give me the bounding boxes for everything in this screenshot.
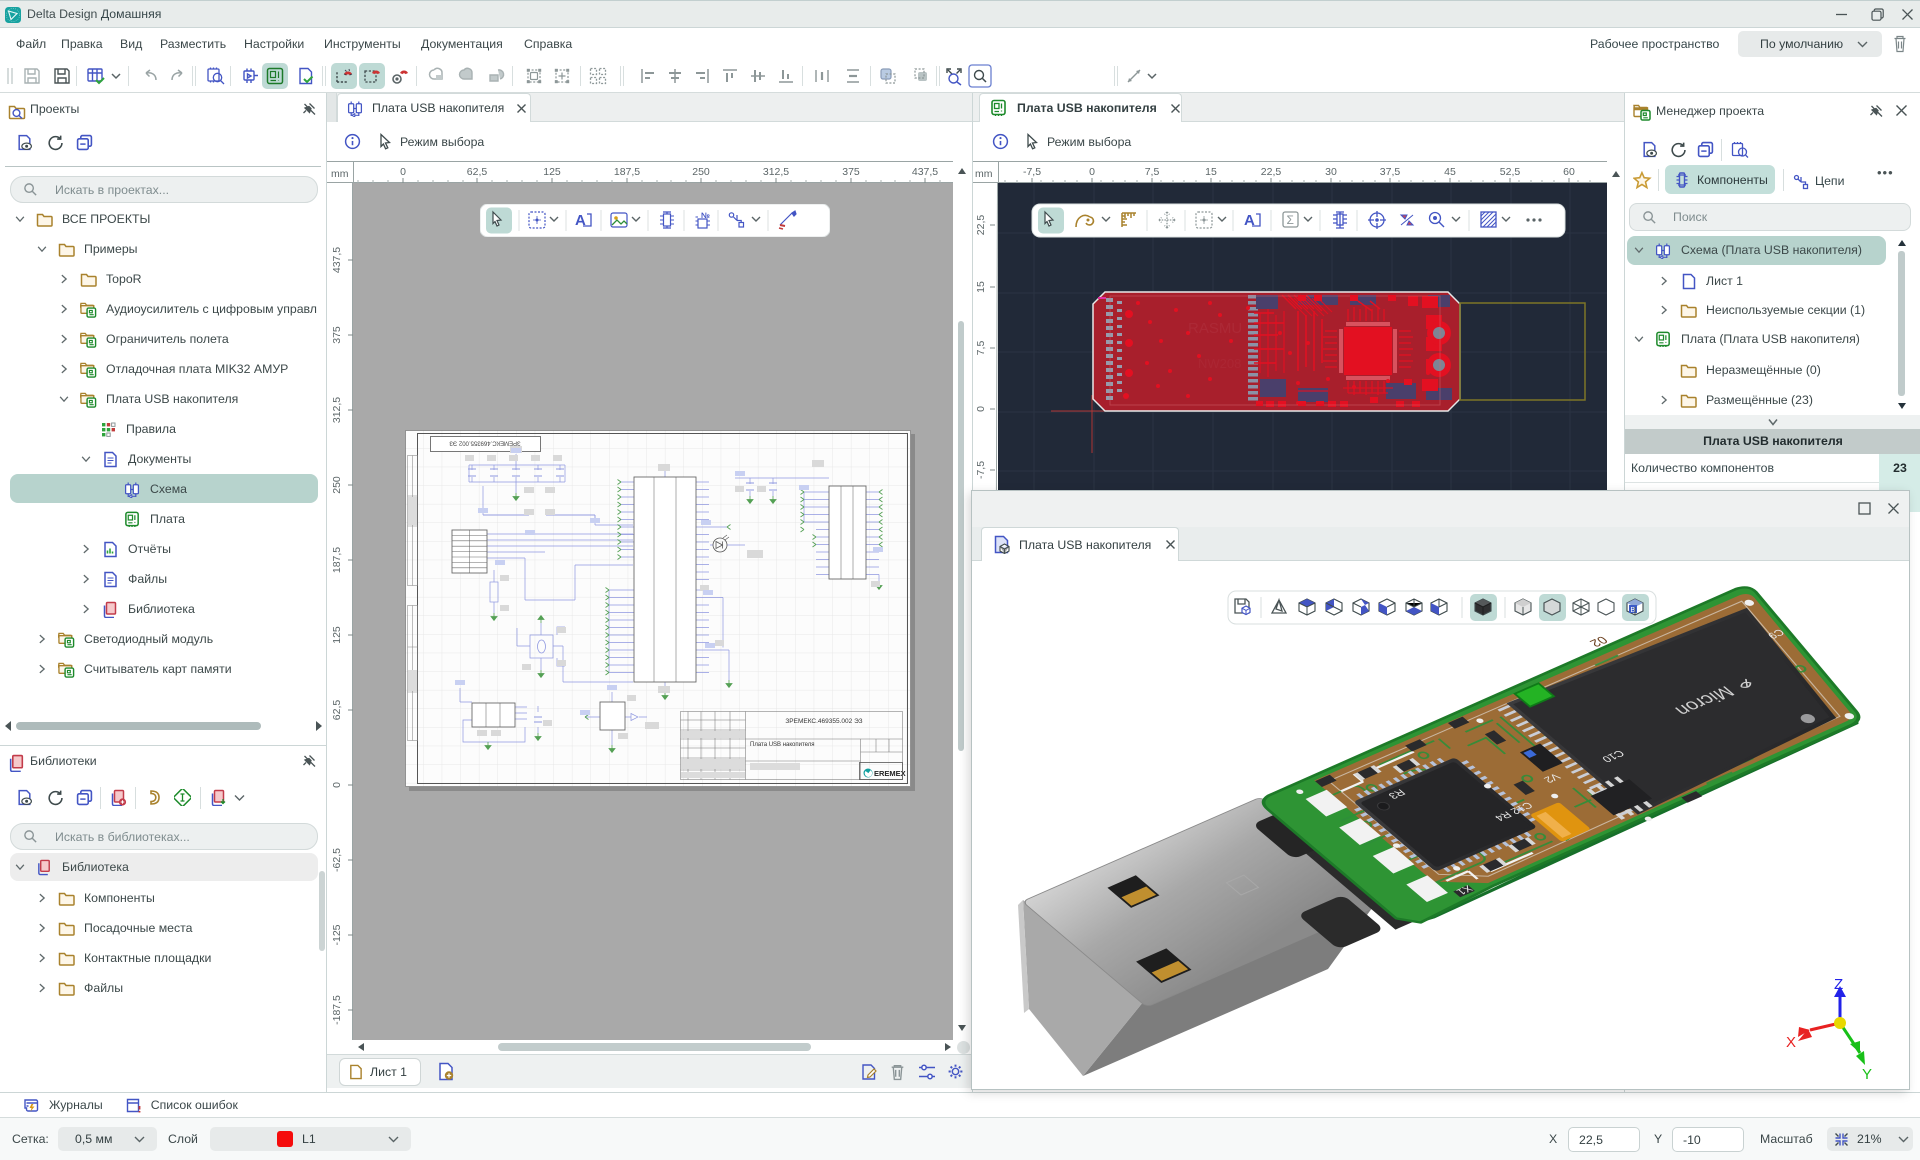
svg-text:X: X bbox=[1786, 1034, 1796, 1051]
svg-text:187,5: 187,5 bbox=[614, 166, 640, 178]
svg-text:30: 30 bbox=[1325, 166, 1337, 178]
svg-text:0: 0 bbox=[400, 166, 406, 178]
svg-text:7,5: 7,5 bbox=[1145, 166, 1160, 178]
svg-text:mm: mm bbox=[975, 168, 993, 180]
svg-text:125: 125 bbox=[543, 166, 561, 178]
svg-text:-125: -125 bbox=[331, 924, 343, 945]
svg-text:15: 15 bbox=[975, 281, 987, 293]
svg-text:375: 375 bbox=[331, 326, 343, 344]
svg-text:312,5: 312,5 bbox=[331, 397, 343, 423]
svg-text:437,5: 437,5 bbox=[331, 247, 343, 273]
svg-text:Плата USB накопителя: Плата USB накопителя bbox=[750, 742, 815, 748]
svg-text:250: 250 bbox=[692, 166, 710, 178]
svg-text:7,5: 7,5 bbox=[975, 341, 987, 356]
svg-text:45: 45 bbox=[1444, 166, 1456, 178]
svg-text:-7,5: -7,5 bbox=[1023, 166, 1041, 178]
svg-text:437,5: 437,5 bbox=[912, 166, 938, 178]
svg-text:mm: mm bbox=[331, 168, 349, 180]
svg-text:22,5: 22,5 bbox=[1261, 166, 1282, 178]
svg-text:62,5: 62,5 bbox=[467, 166, 488, 178]
svg-text:-7,5: -7,5 bbox=[975, 461, 987, 479]
svg-text:Y: Y bbox=[1862, 1066, 1872, 1083]
svg-text:ЗРЕМЕКС.469355.002 ЭЗ: ЗРЕМЕКС.469355.002 ЭЗ bbox=[785, 718, 862, 725]
svg-text:37,5: 37,5 bbox=[1380, 166, 1401, 178]
svg-text:375: 375 bbox=[842, 166, 860, 178]
svg-text:52,5: 52,5 bbox=[1500, 166, 1521, 178]
svg-text:EREMEX: EREMEX bbox=[874, 769, 906, 778]
svg-text:250: 250 bbox=[331, 476, 343, 494]
svg-text:NW208: NW208 bbox=[1198, 356, 1241, 371]
svg-text:-62,5: -62,5 bbox=[331, 848, 343, 872]
svg-text:0: 0 bbox=[975, 406, 987, 412]
svg-text:ЗРЕМЕКС.469355.002 ЭЗ: ЗРЕМЕКС.469355.002 ЭЗ bbox=[449, 440, 521, 446]
svg-text:Σ: Σ bbox=[1287, 213, 1294, 227]
svg-text:15: 15 bbox=[1205, 166, 1217, 178]
svg-text:0: 0 bbox=[331, 782, 343, 788]
svg-text:22,5: 22,5 bbox=[975, 215, 987, 236]
svg-text:187,5: 187,5 bbox=[331, 547, 343, 573]
svg-text:312,5: 312,5 bbox=[763, 166, 789, 178]
svg-text:RASMU: RASMU bbox=[1188, 320, 1242, 337]
svg-text:Z: Z bbox=[1834, 976, 1843, 993]
svg-text:0: 0 bbox=[1089, 166, 1095, 178]
svg-text:125: 125 bbox=[331, 626, 343, 644]
svg-text:-187,5: -187,5 bbox=[331, 995, 343, 1025]
svg-text:60: 60 bbox=[1563, 166, 1575, 178]
svg-text:62,5: 62,5 bbox=[331, 700, 343, 721]
